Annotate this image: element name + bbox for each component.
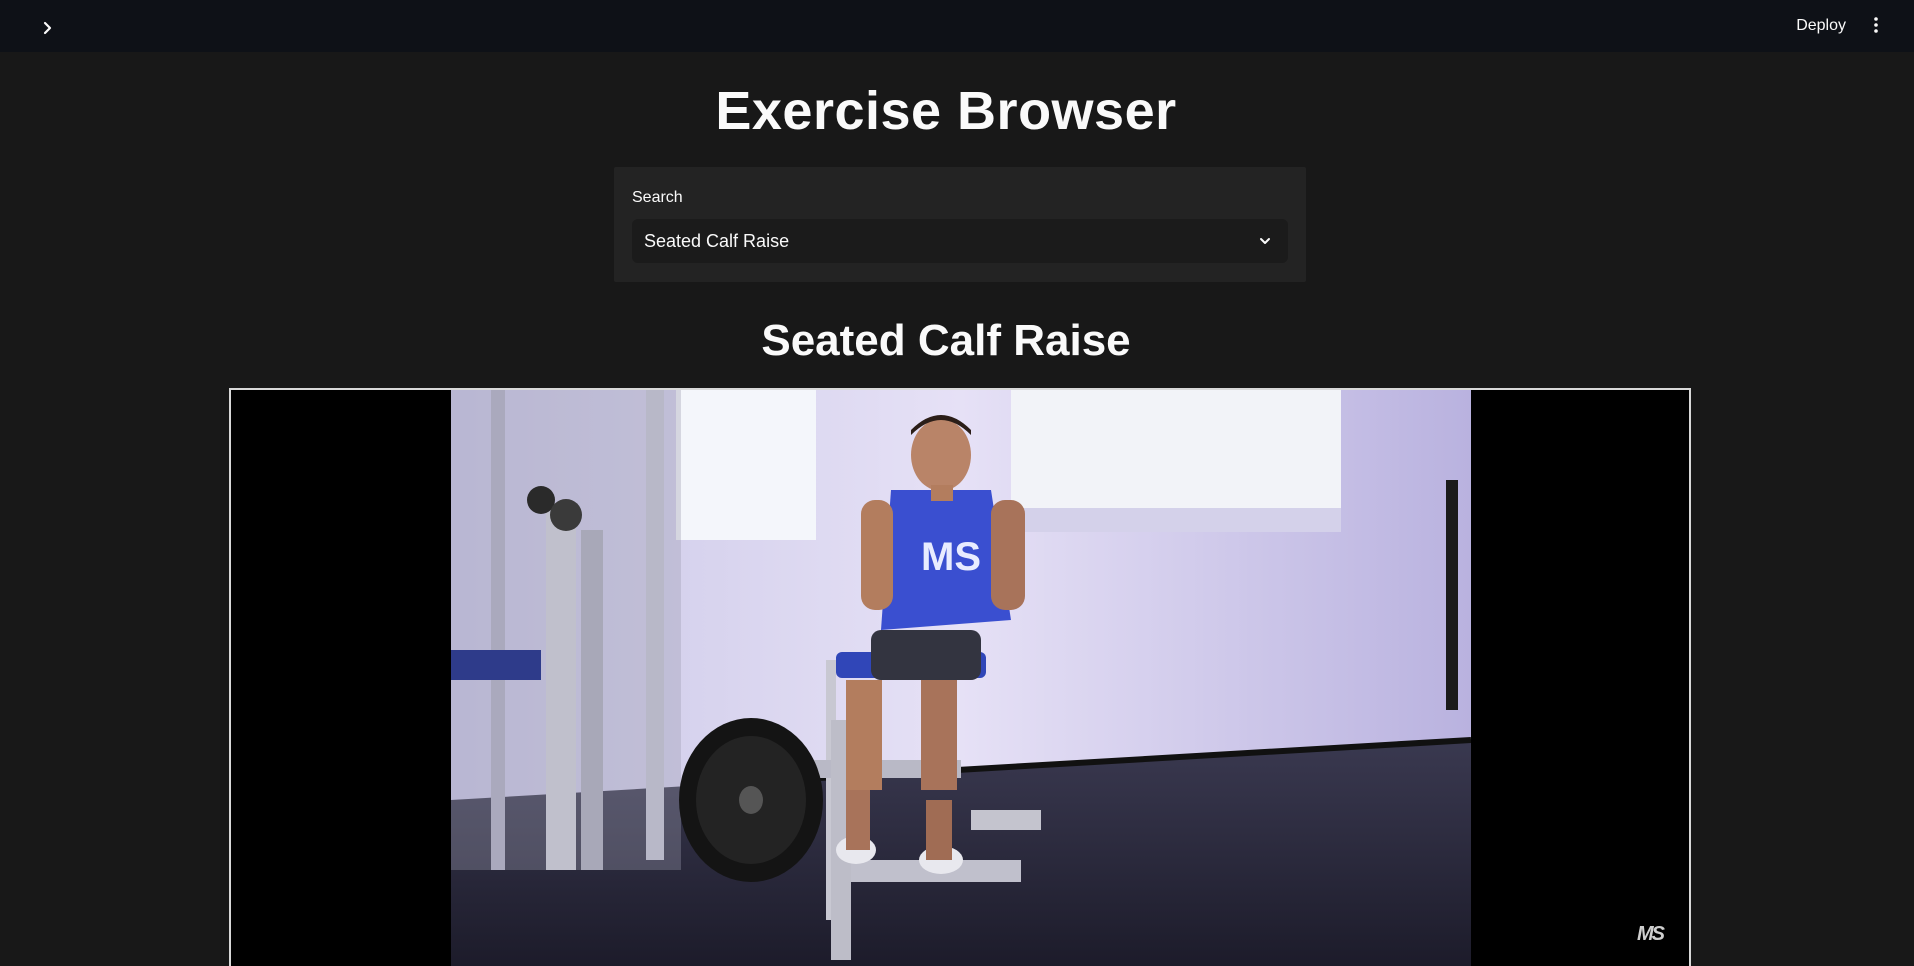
- vertical-ellipsis-icon: [1874, 17, 1878, 33]
- app-header: Deploy: [0, 0, 1914, 52]
- sidebar-toggle-button[interactable]: [36, 16, 60, 40]
- main-content: Exercise Browser Search Seated Calf Rais…: [0, 52, 1914, 966]
- video-watermark-logo: MS: [1637, 923, 1665, 945]
- select-value: Seated Calf Raise: [644, 231, 790, 251]
- page-title: Exercise Browser: [715, 81, 1177, 141]
- svg-text:MS: MS: [921, 535, 981, 579]
- search-label: Search: [632, 189, 683, 206]
- main-menu-button[interactable]: [1864, 12, 1888, 38]
- video-frame-image: MS: [451, 390, 1471, 966]
- exercise-title: Seated Calf Raise: [761, 316, 1131, 365]
- search-form: Search Seated Calf Raise: [614, 167, 1306, 282]
- chevron-right-icon: [43, 21, 52, 35]
- deploy-button[interactable]: Deploy: [1788, 12, 1854, 40]
- exercise-video[interactable]: MS MS: [229, 388, 1691, 966]
- chevron-down-icon: [1256, 232, 1274, 250]
- exercise-select[interactable]: Seated Calf Raise: [632, 219, 1288, 263]
